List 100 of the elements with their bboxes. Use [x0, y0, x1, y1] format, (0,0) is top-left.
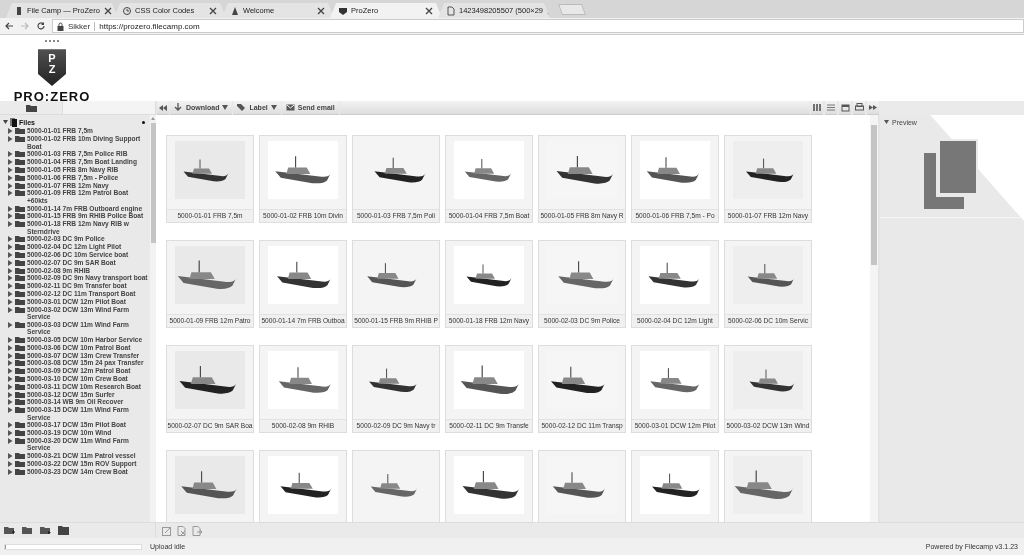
boat-image: [268, 351, 338, 409]
envelope-icon: [285, 103, 295, 112]
print-icon: [854, 103, 864, 112]
boat-image: [268, 141, 338, 199]
expand-arrow-icon[interactable]: [8, 128, 13, 135]
thumbnail-card[interactable]: [724, 450, 812, 522]
logo-monogram: PZ: [47, 53, 57, 75]
boat-image: [733, 246, 803, 304]
url-text: https://prozero.filecamp.com: [99, 21, 200, 31]
boat-image: [268, 456, 338, 514]
expand-arrow-icon[interactable]: [8, 453, 13, 460]
back-icon[interactable]: [4, 21, 14, 31]
download-icon: [174, 103, 183, 112]
double-arrow-icon: [159, 104, 167, 111]
double-arrow-icon: [868, 103, 878, 112]
shield-icon: [338, 5, 348, 16]
expand-arrow-icon[interactable]: [8, 399, 13, 406]
scrollbar[interactable]: [150, 115, 156, 522]
expand-arrow-icon[interactable]: [8, 283, 13, 290]
thumbnail-card[interactable]: [538, 450, 626, 522]
list-view-button[interactable]: [824, 100, 838, 115]
expand-arrow-icon[interactable]: [8, 190, 13, 197]
boat-image: [175, 351, 245, 409]
expand-arrow-icon[interactable]: [8, 244, 13, 251]
expand-arrow-icon[interactable]: [8, 336, 13, 343]
favicon-icon: [14, 5, 24, 16]
folder-icon[interactable]: [4, 526, 16, 535]
boat-image: [733, 141, 803, 199]
expand-arrow-icon[interactable]: [8, 321, 13, 328]
expand-arrow-icon[interactable]: [8, 383, 13, 390]
address-bar[interactable]: Sikker https://prozero.filecamp.com: [52, 19, 1024, 33]
boat-image: [454, 141, 524, 199]
scroll-up-icon: [151, 117, 155, 120]
expand-arrow-icon[interactable]: [8, 267, 13, 274]
folder-icon[interactable]: [40, 526, 52, 535]
expand-arrow-icon[interactable]: [8, 391, 13, 398]
thumbnail-card[interactable]: [259, 450, 347, 522]
expand-arrow-icon[interactable]: [8, 221, 13, 228]
collapse-sidebar-button[interactable]: [156, 100, 170, 115]
boat-image: [640, 246, 710, 304]
lock-icon: [57, 21, 64, 31]
thumbnail-card[interactable]: [445, 450, 533, 522]
boat-image: [454, 456, 524, 514]
boat-image: [175, 456, 245, 514]
thumbnail-card[interactable]: [166, 450, 254, 522]
expand-arrow-icon[interactable]: [8, 344, 13, 351]
boat-image: [640, 351, 710, 409]
files-icon: [10, 118, 17, 127]
thumbnail-card[interactable]: [631, 450, 719, 522]
expand-arrow-icon[interactable]: [8, 290, 13, 297]
expand-arrow-icon[interactable]: [8, 298, 13, 305]
crown-icon: [45, 40, 59, 45]
expand-arrow-icon[interactable]: [8, 407, 13, 414]
expand-arrow-icon[interactable]: [8, 368, 13, 375]
caret-icon: [222, 105, 229, 110]
expand-arrow-icon[interactable]: [8, 236, 13, 243]
boat-image: [640, 141, 710, 199]
expand-arrow-icon[interactable]: [8, 151, 13, 158]
expand-arrow-icon[interactable]: [8, 213, 13, 220]
search-icon: [122, 5, 132, 16]
expand-arrow-icon[interactable]: [8, 460, 13, 467]
reload-icon[interactable]: [36, 21, 46, 31]
expand-arrow-icon[interactable]: [8, 352, 13, 359]
expand-arrow-icon[interactable]: [8, 136, 13, 143]
folder-icon[interactable]: [58, 526, 70, 535]
document-icon: [446, 5, 456, 16]
expand-arrow-icon[interactable]: [8, 182, 13, 189]
expand-arrow-icon[interactable]: [8, 259, 13, 266]
boat-image: [268, 246, 338, 304]
expand-arrow-icon[interactable]: [8, 174, 13, 181]
tag-icon: [237, 103, 247, 112]
list-view-icon: [826, 103, 836, 112]
window-icon: [840, 103, 850, 112]
boat-image: [733, 351, 803, 409]
window-button[interactable]: [838, 100, 852, 115]
expand-arrow-icon[interactable]: [884, 119, 889, 125]
expand-arrow-icon[interactable]: [8, 159, 13, 166]
sail-icon: [230, 5, 240, 16]
thumbnail-card[interactable]: [352, 450, 440, 522]
expand-arrow-icon[interactable]: [8, 167, 13, 173]
expand-arrow-icon[interactable]: [8, 275, 13, 282]
expand-arrow-icon[interactable]: [8, 360, 13, 367]
expand-arrow-icon[interactable]: [8, 375, 13, 382]
expand-arrow-icon[interactable]: [8, 205, 13, 212]
expand-arrow-icon[interactable]: [8, 251, 13, 258]
print-button[interactable]: [852, 100, 866, 115]
boat-image: [454, 246, 524, 304]
boat-image: [640, 456, 710, 514]
folder-icon[interactable]: [22, 526, 34, 535]
grid-view-icon: [812, 103, 822, 112]
expand-arrow-icon[interactable]: [8, 422, 13, 429]
boat-image: [175, 141, 245, 199]
expand-arrow-icon[interactable]: [8, 430, 13, 437]
expand-arrow-icon[interactable]: [8, 468, 13, 475]
security-label: Sikker: [68, 21, 91, 31]
logo-wordmark: PRO:ZERO: [13, 89, 91, 104]
expand-arrow-icon[interactable]: [8, 437, 13, 444]
expand-arrow-icon[interactable]: [8, 306, 13, 313]
grid-view-button[interactable]: [810, 100, 824, 115]
documents-icon: [924, 139, 978, 209]
